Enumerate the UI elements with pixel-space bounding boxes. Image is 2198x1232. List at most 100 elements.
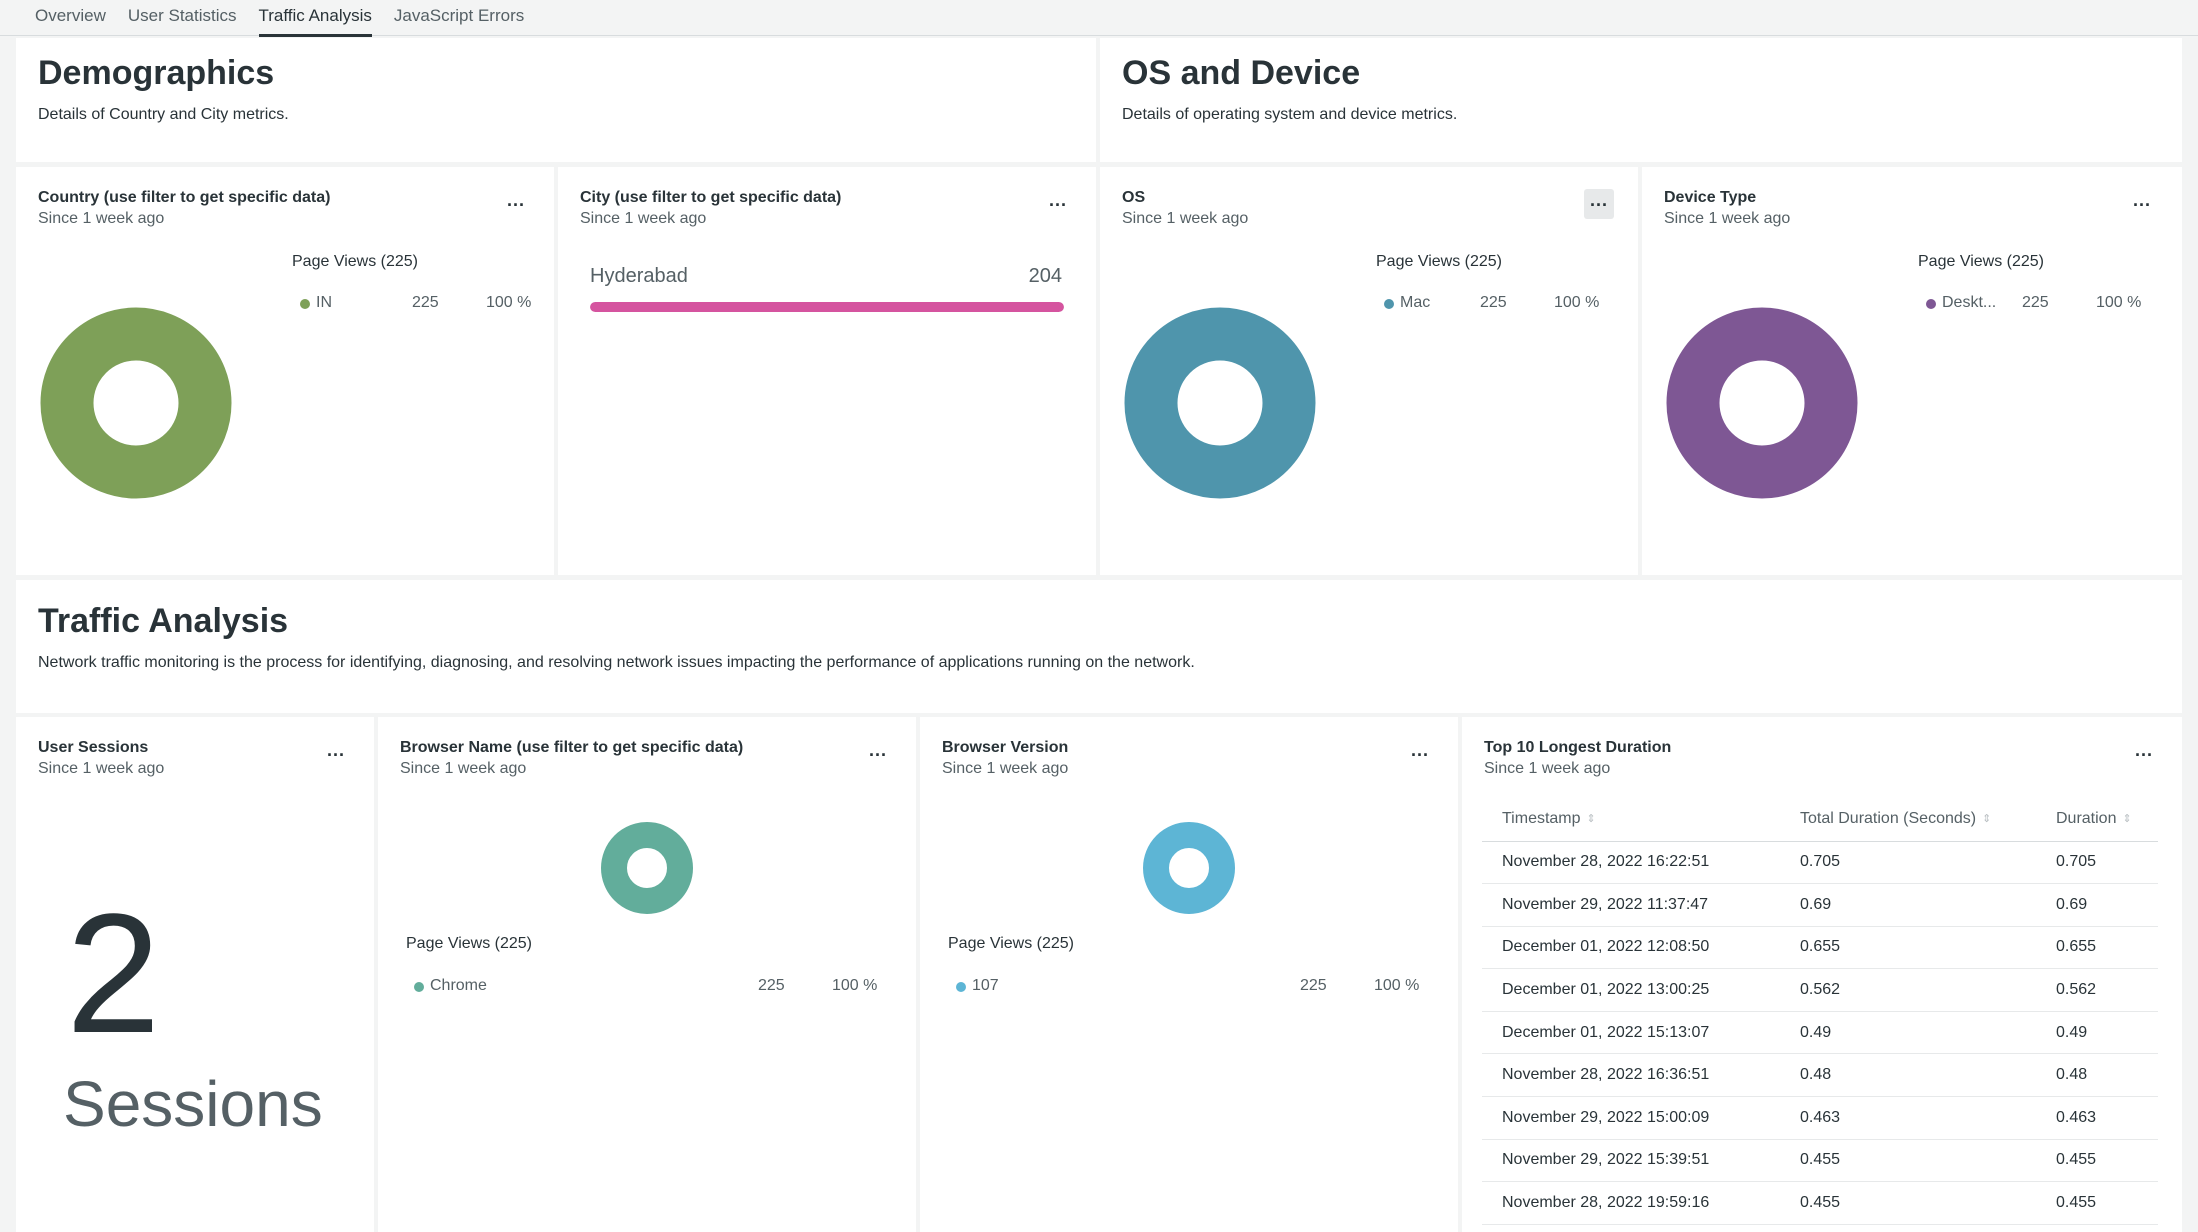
ellipsis-icon: ... — [868, 740, 887, 760]
legend-percent: 100 % — [486, 294, 532, 311]
table-row[interactable]: November 28, 2022 16:36:51 0.48 0.48 — [1482, 1053, 2158, 1098]
os-device-title: OS and Device — [1122, 54, 1361, 92]
ellipsis-icon: ... — [326, 740, 345, 760]
table-row[interactable]: November 28, 2022 19:59:16 0.455 0.455 — [1482, 1181, 2158, 1225]
legend-dot — [414, 982, 424, 992]
widget-title: Browser Version — [942, 739, 1069, 756]
widget-menu-button[interactable]: ... — [1584, 189, 1614, 219]
widget-menu-button[interactable]: ... — [2127, 189, 2157, 219]
widget-menu-button[interactable]: ... — [863, 739, 893, 769]
ellipsis-icon: ... — [506, 190, 525, 210]
cell-timestamp: November 29, 2022 15:00:09 — [1482, 1096, 1780, 1140]
tab-user-statistics[interactable]: User Statistics — [128, 0, 237, 36]
cell-total-duration: 0.455 — [1780, 1181, 2036, 1225]
table-row[interactable]: November 29, 2022 15:00:09 0.463 0.463 — [1482, 1096, 2158, 1140]
widget-menu-button[interactable]: ... — [2129, 739, 2159, 769]
legend-name: Deskt... — [1942, 294, 1997, 311]
country-widget: Country (use filter to get specific data… — [16, 167, 554, 575]
browser-name-donut-chart[interactable] — [600, 821, 694, 915]
legend-item[interactable]: Deskt... 225 100 % — [1926, 294, 2156, 314]
sort-icon: ⇕ — [2122, 813, 2132, 826]
table-row[interactable]: December 01, 2022 12:08:50 0.655 0.655 — [1482, 926, 2158, 970]
widget-subtitle: Since 1 week ago — [38, 210, 165, 227]
widget-title: Top 10 Longest Duration — [1484, 739, 1672, 756]
legend-item[interactable]: IN 225 100 % — [300, 294, 532, 314]
widget-title: Browser Name (use filter to get specific… — [400, 739, 744, 756]
table-row[interactable]: November 28, 2022 16:22:51 0.705 0.705 — [1482, 841, 2158, 885]
legend-percent: 100 % — [832, 977, 878, 994]
traffic-analysis-description: Network traffic monitoring is the proces… — [38, 654, 1195, 671]
legend-item[interactable]: 107 225 100 % — [956, 977, 1426, 997]
os-widget: OS Since 1 week ago ... Page Views (225)… — [1100, 167, 1638, 575]
traffic-analysis-section: Traffic Analysis Network traffic monitor… — [16, 580, 2182, 713]
cell-duration: 0.455 — [2036, 1139, 2158, 1183]
legend-percent: 100 % — [1554, 294, 1600, 311]
cell-total-duration: 0.69 — [1780, 883, 2036, 927]
ellipsis-icon: ... — [2132, 190, 2151, 210]
cell-total-duration: 0.655 — [1780, 926, 2036, 970]
cell-duration: 0.69 — [2036, 883, 2158, 927]
legend-title: Page Views (225) — [1918, 253, 2044, 270]
table-row[interactable]: November 29, 2022 15:39:51 0.455 0.455 — [1482, 1139, 2158, 1183]
widget-title: Country (use filter to get specific data… — [38, 189, 331, 206]
column-header-duration[interactable]: Duration ⇕ — [2036, 797, 2158, 842]
donut-slice-in — [40, 307, 232, 499]
legend-title: Page Views (225) — [406, 935, 532, 952]
widget-subtitle: Since 1 week ago — [1664, 210, 1791, 227]
cell-timestamp: December 01, 2022 12:08:50 — [1482, 926, 1780, 970]
legend-item[interactable]: Chrome 225 100 % — [414, 977, 884, 997]
donut-slice-107 — [1143, 822, 1235, 914]
column-header-total-duration[interactable]: Total Duration (Seconds) ⇕ — [1780, 797, 2036, 842]
country-donut-chart[interactable] — [40, 307, 232, 499]
tab-javascript-errors[interactable]: JavaScript Errors — [394, 0, 524, 36]
table-row[interactable]: December 01, 2022 13:00:25 0.562 0.562 — [1482, 968, 2158, 1012]
widget-subtitle: Since 1 week ago — [942, 760, 1069, 777]
legend-title: Page Views (225) — [1376, 253, 1502, 270]
bar-track[interactable] — [590, 302, 1064, 312]
column-header-timestamp[interactable]: Timestamp ⇕ — [1482, 797, 1780, 842]
cell-total-duration: 0.463 — [1780, 1096, 2036, 1140]
bar-value: 204 — [1028, 265, 1062, 287]
cell-timestamp: November 29, 2022 11:37:47 — [1482, 883, 1780, 927]
ellipsis-icon: ... — [1410, 740, 1429, 760]
legend-dot — [1384, 299, 1394, 309]
tab-overview[interactable]: Overview — [35, 0, 106, 36]
donut-slice-desktop — [1666, 307, 1858, 499]
widget-title: OS — [1122, 189, 1146, 206]
legend-dot — [956, 982, 966, 992]
cell-timestamp: November 28, 2022 16:22:51 — [1482, 841, 1780, 885]
legend-item[interactable]: Mac 225 100 % — [1384, 294, 1614, 314]
legend-name: Mac — [1400, 294, 1431, 311]
legend-percent: 100 % — [2096, 294, 2142, 311]
cell-duration: 0.49 — [2036, 1011, 2158, 1055]
top-duration-widget: Top 10 Longest Duration Since 1 week ago… — [1462, 717, 2182, 1232]
os-donut-chart[interactable] — [1124, 307, 1316, 499]
sessions-unit: Sessions — [63, 1068, 323, 1140]
legend-title: Page Views (225) — [292, 253, 418, 270]
cell-total-duration: 0.455 — [1780, 1139, 2036, 1183]
widget-menu-button[interactable]: ... — [321, 739, 351, 769]
widget-menu-button[interactable]: ... — [501, 189, 531, 219]
traffic-analysis-title: Traffic Analysis — [38, 602, 289, 640]
widget-subtitle: Since 1 week ago — [580, 210, 707, 227]
widget-menu-button[interactable]: ... — [1043, 189, 1073, 219]
duration-table: Timestamp ⇕ Total Duration (Seconds) ⇕ Dur… — [1482, 797, 2158, 1225]
widget-title: City (use filter to get specific data) — [580, 189, 842, 206]
legend-value: 225 — [758, 977, 785, 994]
tab-traffic-analysis[interactable]: Traffic Analysis — [258, 0, 373, 37]
device-type-widget: Device Type Since 1 week ago ... Page Vi… — [1642, 167, 2182, 575]
legend-name: IN — [316, 294, 332, 311]
legend-name: 107 — [972, 977, 999, 994]
table-header-row: Timestamp ⇕ Total Duration (Seconds) ⇕ Dur… — [1482, 797, 2158, 842]
browser-version-donut-chart[interactable] — [1142, 821, 1236, 915]
table-row[interactable]: December 01, 2022 15:13:07 0.49 0.49 — [1482, 1011, 2158, 1055]
city-widget: City (use filter to get specific data) S… — [558, 167, 1096, 575]
legend-percent: 100 % — [1374, 977, 1420, 994]
cell-duration: 0.562 — [2036, 968, 2158, 1012]
device-donut-chart[interactable] — [1666, 307, 1858, 499]
table-row[interactable]: November 29, 2022 11:37:47 0.69 0.69 — [1482, 883, 2158, 927]
widget-menu-button[interactable]: ... — [1405, 739, 1435, 769]
browser-version-widget: Browser Version Since 1 week ago ... Pag… — [920, 717, 1458, 1232]
cell-duration: 0.463 — [2036, 1096, 2158, 1140]
sort-icon: ⇕ — [1586, 813, 1596, 826]
